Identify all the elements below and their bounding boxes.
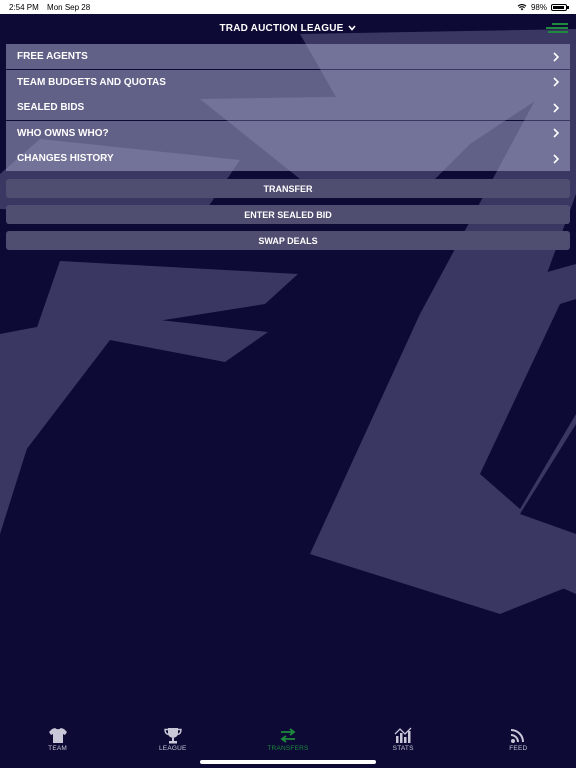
- menu-item-free-agents[interactable]: FREE AGENTS: [6, 44, 570, 69]
- tab-feed[interactable]: FEED: [461, 718, 576, 756]
- tab-label: TRANSFERS: [267, 745, 309, 752]
- tab-label: LEAGUE: [158, 745, 187, 752]
- transfer-arrows-icon: [280, 728, 296, 743]
- jersey-icon: [48, 728, 67, 743]
- tab-league[interactable]: LEAGUE: [115, 718, 230, 756]
- trophy-icon: [164, 728, 182, 744]
- status-right: 98%: [517, 2, 569, 12]
- tab-bar: TEAM LEAGUE TRANSFERS STATS FEED: [0, 718, 576, 756]
- menu-item-label: WHO OWNS WHO?: [17, 127, 109, 139]
- status-date: Mon Sep 28: [47, 2, 91, 12]
- tab-team[interactable]: TEAM: [0, 718, 115, 756]
- chevron-right-icon: [553, 77, 560, 87]
- chevron-right-icon: [553, 102, 560, 113]
- chevron-right-icon: [553, 51, 560, 62]
- menu-item-label: SEALED BIDS: [17, 102, 85, 113]
- menu-item-label: FREE AGENTS: [17, 51, 88, 62]
- status-bar: 2:54 PM Mon Sep 28 98%: [0, 0, 576, 14]
- stats-chart-icon: [394, 727, 412, 743]
- status-left: 2:54 PM Mon Sep 28: [9, 3, 96, 12]
- menu-item-who-owns-who[interactable]: WHO OWNS WHO?: [6, 120, 570, 146]
- wifi-icon: [517, 4, 527, 11]
- transfer-button[interactable]: TRANSFER: [6, 179, 570, 198]
- tab-label: FEED: [509, 745, 528, 752]
- battery-percent: 98%: [530, 2, 547, 12]
- tab-transfers[interactable]: TRANSFERS: [230, 718, 345, 756]
- enter-sealed-bid-button[interactable]: ENTER SEALED BID: [6, 205, 570, 224]
- menu-item-label: CHANGES HISTORY: [17, 153, 114, 164]
- tab-label: STATS: [392, 745, 414, 752]
- tab-label: TEAM: [48, 745, 68, 752]
- status-time: 2:54 PM: [9, 2, 39, 12]
- menu-item-sealed-bids[interactable]: SEALED BIDS: [6, 95, 570, 120]
- league-title: TRAD AUCTION LEAGUE: [219, 22, 344, 34]
- top-bar: TRAD AUCTION LEAGUE: [0, 14, 576, 42]
- battery-icon: [551, 3, 569, 11]
- rss-feed-icon: [511, 729, 525, 743]
- swap-deals-button[interactable]: SWAP DEALS: [6, 231, 570, 250]
- league-selector[interactable]: TRAD AUCTION LEAGUE: [220, 23, 357, 34]
- menu-item-team-budgets[interactable]: TEAM BUDGETS AND QUOTAS: [6, 69, 570, 95]
- hamburger-menu-icon[interactable]: [546, 23, 568, 33]
- chevron-down-icon: [348, 25, 357, 31]
- tab-stats[interactable]: STATS: [346, 718, 461, 756]
- chevron-right-icon: [553, 153, 560, 164]
- menu-item-changes-history[interactable]: CHANGES HISTORY: [6, 146, 570, 171]
- action-buttons: TRANSFER ENTER SEALED BID SWAP DEALS: [6, 179, 570, 257]
- home-indicator[interactable]: [200, 760, 376, 764]
- chevron-right-icon: [553, 128, 560, 138]
- menu-item-label: TEAM BUDGETS AND QUOTAS: [17, 76, 166, 88]
- transfers-menu-list: FREE AGENTS TEAM BUDGETS AND QUOTAS SEAL…: [6, 44, 570, 172]
